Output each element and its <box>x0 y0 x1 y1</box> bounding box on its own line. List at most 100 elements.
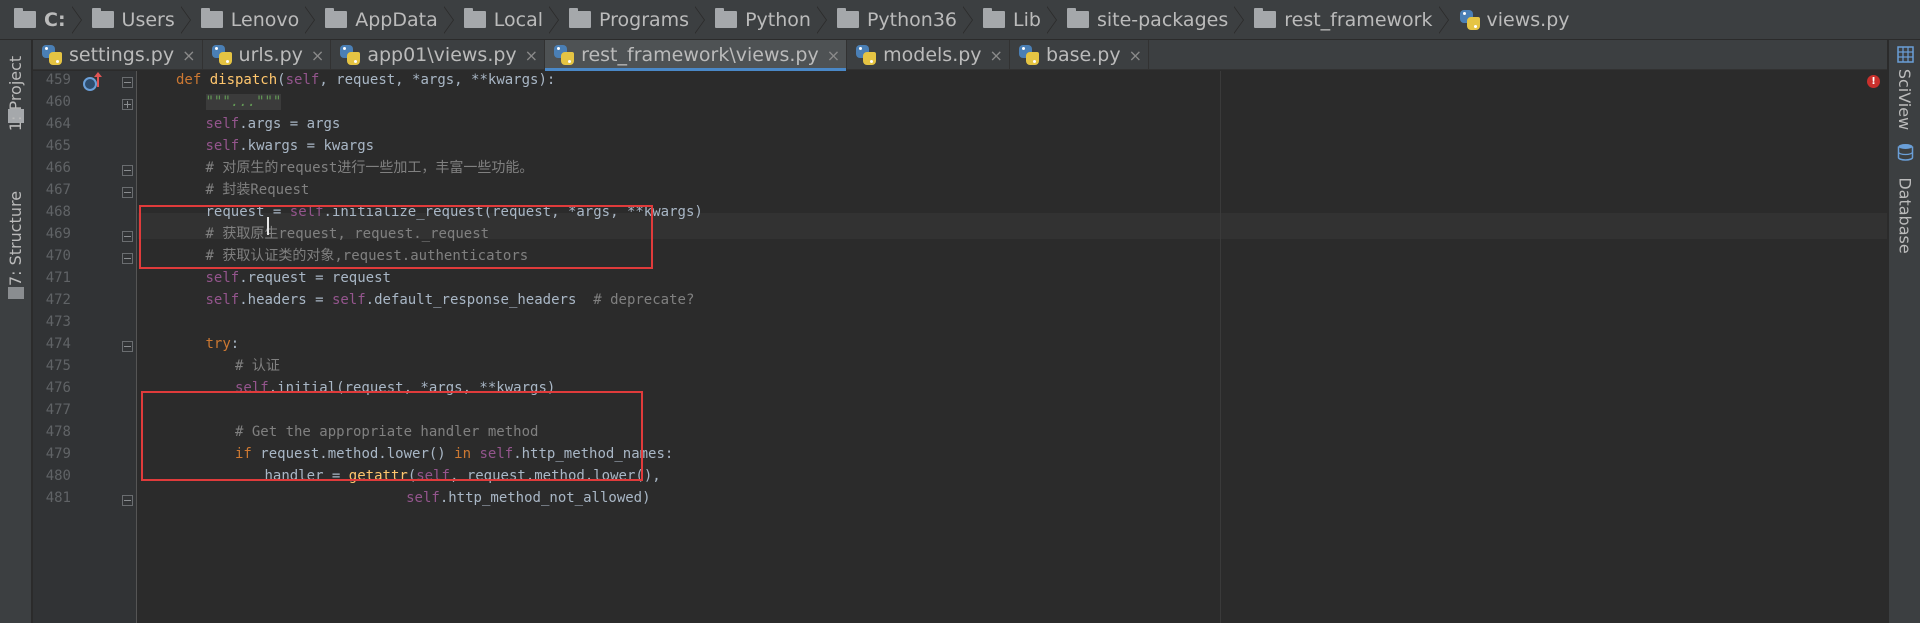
breadcrumb-separator <box>962 0 975 40</box>
breadcrumb-label: Users <box>121 8 175 31</box>
override-method-icon[interactable] <box>83 77 97 91</box>
python-file-icon <box>211 44 233 66</box>
structure-icon <box>8 287 24 299</box>
annotation-box-try-initial <box>141 391 643 481</box>
right-margin-guide <box>1220 71 1221 623</box>
breadcrumb-label: views.py <box>1486 8 1570 31</box>
folder-icon <box>463 8 486 28</box>
editor-tab[interactable]: app01\views.py × <box>331 40 546 70</box>
folder-icon <box>1066 8 1089 28</box>
breadcrumb-label: site-packages <box>1096 8 1229 31</box>
code-token: self <box>406 490 440 506</box>
code-token: self <box>331 292 366 308</box>
breadcrumb-separator <box>70 0 84 40</box>
breadcrumb-item[interactable]: Local <box>463 0 543 40</box>
breadcrumb-item[interactable]: views.py <box>1459 0 1570 40</box>
line-number: 472 <box>45 292 71 308</box>
line-number: 467 <box>45 182 71 198</box>
close-tab-icon[interactable]: × <box>827 46 840 65</box>
breadcrumb-item[interactable]: Lenovo <box>200 0 300 40</box>
expand-fold-icon[interactable] <box>122 99 133 110</box>
folder-icon <box>715 8 738 28</box>
breadcrumb-item[interactable]: site-packages <box>1066 0 1229 40</box>
tool-tab-project-label: 1: Project <box>6 55 26 131</box>
folder-icon <box>836 8 859 28</box>
python-file-icon <box>855 44 877 66</box>
breadcrumb-item[interactable]: Programs <box>569 0 689 40</box>
code-token: try <box>205 336 231 352</box>
editor-tab[interactable]: rest_framework\views.py × <box>545 40 848 71</box>
editor-tab-bar: settings.py × urls.py × app01\views.py × rest_… <box>33 40 1887 71</box>
close-tab-icon[interactable]: × <box>525 46 538 65</box>
breadcrumb-item[interactable]: C: <box>14 0 66 40</box>
breadcrumb-label: Lenovo <box>230 8 300 31</box>
collapse-fold-icon[interactable] <box>122 253 133 264</box>
breadcrumb: C: Users Lenovo AppData Local Programs Python P… <box>0 0 1920 40</box>
close-tab-icon[interactable]: × <box>990 46 1003 65</box>
tool-tab-sciview[interactable]: SciView <box>1889 64 1920 134</box>
editor-tab-label: app01\views.py <box>367 44 517 66</box>
line-number: 478 <box>45 424 71 440</box>
breadcrumb-separator <box>442 0 456 40</box>
line-number: 460 <box>45 94 71 110</box>
breadcrumb-item[interactable]: Python36 <box>836 0 957 40</box>
editor-tab-label: urls.py <box>238 44 303 66</box>
code-token: .kwargs = kwargs <box>239 138 375 154</box>
editor-tab[interactable]: models.py × <box>847 40 1010 70</box>
folder-icon <box>569 8 591 28</box>
code-token: .http_method_not_allowed) <box>439 490 651 506</box>
close-tab-icon[interactable]: × <box>1129 46 1142 65</box>
line-number: 468 <box>45 204 71 220</box>
code-editor[interactable]: 459 460 464 465 466 467 468 469 470 471 472 473 474 4… <box>33 71 1887 623</box>
line-number: 474 <box>45 336 71 352</box>
collapse-fold-icon[interactable] <box>122 231 133 242</box>
breadcrumb-item[interactable]: Python <box>715 0 811 40</box>
tool-tab-database[interactable]: Database <box>1889 165 1920 265</box>
line-number: 476 <box>45 380 71 396</box>
tool-tab-sciview-label: SciView <box>1895 68 1915 130</box>
code-line[interactable]: self.http_method_not_allowed) <box>406 485 650 511</box>
code-token: self <box>285 72 320 88</box>
editor-tab[interactable]: urls.py × <box>203 40 332 70</box>
breadcrumb-item[interactable]: rest_framework <box>1254 0 1433 40</box>
close-tab-icon[interactable]: × <box>311 46 324 65</box>
python-file-icon <box>1018 44 1040 66</box>
python-file-icon <box>41 44 63 66</box>
breadcrumb-item[interactable]: AppData <box>325 0 438 40</box>
code-token: # 认证 <box>235 358 280 374</box>
close-tab-icon[interactable]: × <box>182 46 195 65</box>
collapse-fold-icon[interactable] <box>122 341 133 352</box>
tool-tab-structure-label: 7: Structure <box>6 190 26 286</box>
editor-tab[interactable]: base.py × <box>1010 40 1149 70</box>
line-number: 475 <box>45 358 71 374</box>
collapse-fold-icon[interactable] <box>122 165 133 176</box>
line-number: 464 <box>45 116 71 132</box>
breadcrumb-separator <box>304 0 317 40</box>
line-number: 477 <box>45 402 71 418</box>
breadcrumb-label: Programs <box>599 8 690 31</box>
error-indicator-icon[interactable]: ! <box>1867 75 1880 88</box>
editor-tab-label: rest_framework\views.py <box>581 44 819 66</box>
database-icon <box>1897 143 1914 161</box>
tool-tab-structure[interactable]: 7: Structure <box>0 188 32 288</box>
go-to-super-method-icon[interactable] <box>94 72 102 87</box>
collapse-fold-icon[interactable] <box>122 187 133 198</box>
line-number: 473 <box>45 314 71 330</box>
line-number: 480 <box>45 468 71 484</box>
right-tool-strip: SciView Database <box>1888 40 1920 623</box>
line-number: 465 <box>45 138 71 154</box>
editor-tab-label: models.py <box>883 44 982 66</box>
breadcrumb-separator <box>548 0 561 40</box>
code-token: self <box>205 270 240 286</box>
code-line[interactable]: self.headers = self.default_response_hea… <box>206 287 695 313</box>
breadcrumb-label: Lib <box>1013 8 1041 31</box>
breadcrumb-item[interactable]: Lib <box>983 0 1041 40</box>
editor-tab-label: base.py <box>1045 44 1121 66</box>
collapse-fold-icon[interactable] <box>122 495 133 506</box>
text-caret <box>267 217 269 235</box>
tool-tab-project[interactable]: 1: Project <box>0 48 32 138</box>
editor-tab-label: settings.py <box>69 44 175 66</box>
editor-tab[interactable]: settings.py × <box>33 40 203 70</box>
collapse-fold-icon[interactable] <box>122 77 133 88</box>
breadcrumb-item[interactable]: Users <box>91 0 175 40</box>
